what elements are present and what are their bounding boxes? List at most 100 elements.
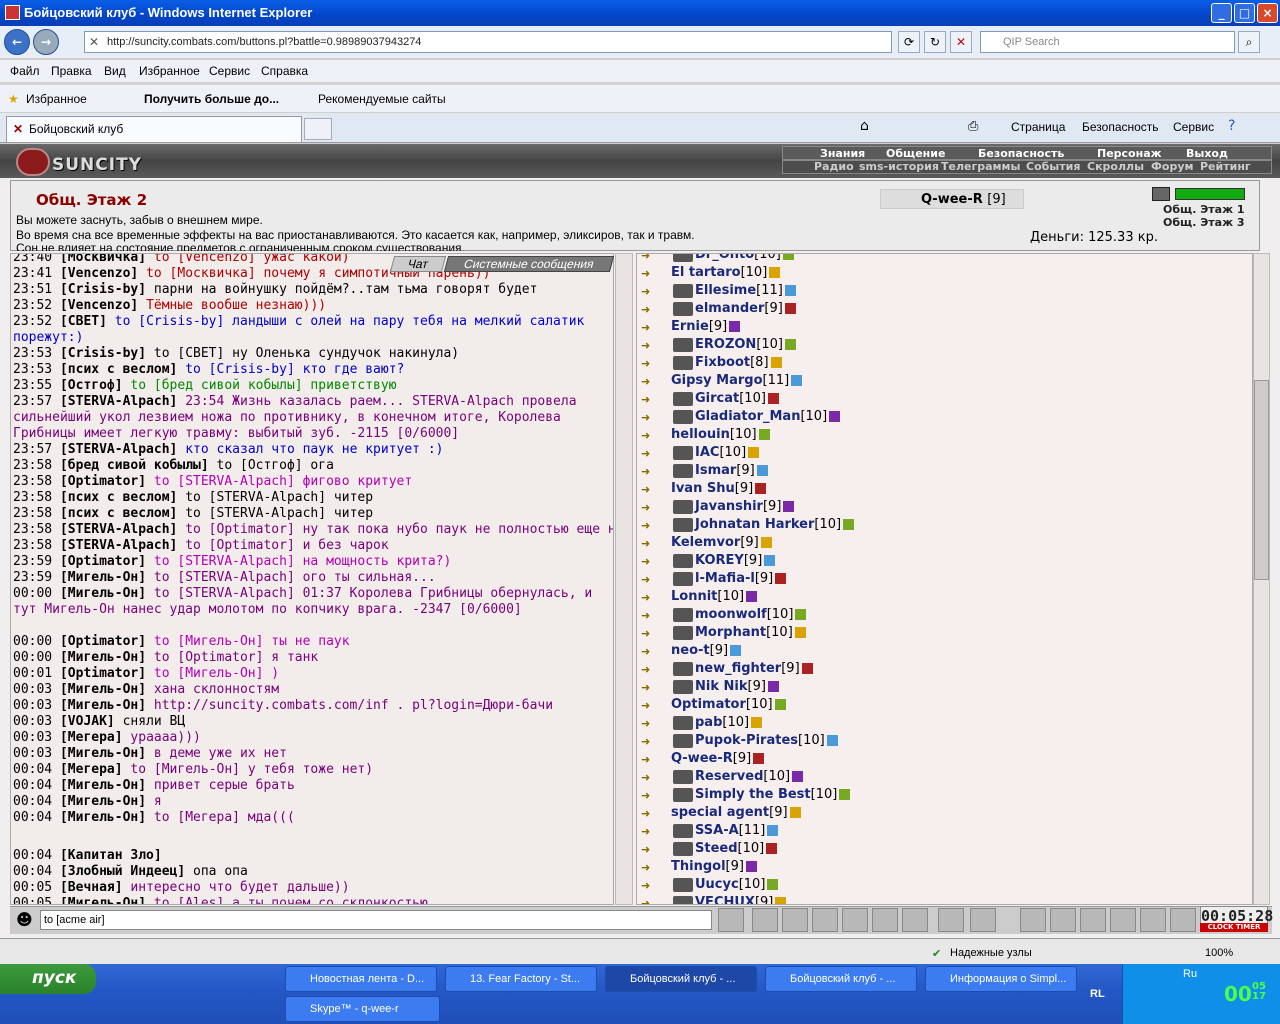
user-nick[interactable]: neo-t — [671, 643, 710, 658]
private-arrow-icon[interactable]: ➜ — [641, 409, 661, 424]
info-icon[interactable] — [784, 285, 796, 296]
private-arrow-icon[interactable]: ➜ — [641, 499, 661, 514]
user-row[interactable]: ➜ special agent[9] — [637, 804, 1252, 822]
user-name[interactable]: hellouin[10] — [671, 426, 770, 444]
user-nick[interactable]: EROZON — [695, 337, 756, 352]
private-arrow-icon[interactable]: ➜ — [641, 625, 661, 640]
user-row[interactable]: ➜ elmander[9] — [637, 300, 1252, 318]
user-name[interactable]: Kelemvor[9] — [671, 534, 772, 552]
zoom-level[interactable]: 100% — [1205, 947, 1233, 959]
private-arrow-icon[interactable]: ➜ — [641, 535, 661, 550]
tab-system-messages[interactable]: Системные сообщения — [443, 256, 615, 272]
eraser-icon[interactable] — [752, 908, 778, 932]
chat-nick[interactable]: [STERVA-Alpach] — [60, 522, 177, 537]
back-button[interactable]: ← — [4, 29, 30, 55]
info-icon[interactable] — [751, 717, 763, 728]
user-name[interactable]: Gircat[10] — [695, 390, 779, 408]
private-arrow-icon[interactable]: ➜ — [641, 841, 661, 856]
info-icon[interactable] — [729, 321, 741, 332]
user-nick[interactable]: Reserved — [695, 769, 763, 784]
user-nick[interactable]: special agent — [671, 805, 769, 820]
user-nick[interactable]: elmander — [695, 301, 764, 316]
chat-nick[interactable]: [псих с веслом] — [60, 490, 177, 505]
info-icon[interactable] — [783, 501, 795, 512]
info-icon[interactable] — [760, 537, 772, 548]
info-icon[interactable] — [730, 645, 742, 656]
user-name[interactable]: Dr_Onto[10] — [695, 254, 794, 264]
clan-icon[interactable] — [673, 554, 693, 568]
nav-sms-history[interactable]: sms-история — [859, 160, 939, 173]
user-nick[interactable]: Pupok-Pirates — [695, 733, 798, 748]
user-row[interactable]: ➜ Ivan Shu[9] — [637, 480, 1252, 498]
info-icon[interactable] — [801, 663, 813, 674]
user-name[interactable]: moonwolf[10] — [695, 606, 807, 624]
user-row[interactable]: ➜ neo-t[9] — [637, 642, 1252, 660]
user-name[interactable]: El tartaro[10] — [671, 264, 781, 282]
chat-nick[interactable]: [Crisis-by] — [60, 282, 146, 297]
chat-nick[interactable]: [Мигель-Он] — [60, 698, 146, 713]
private-arrow-icon[interactable]: ➜ — [641, 769, 661, 784]
chat-input[interactable]: to [acme air] — [40, 910, 712, 930]
user-nick[interactable]: new_fighter — [695, 661, 781, 676]
chat-nick[interactable]: [псих с веслом] — [60, 506, 177, 521]
menu-file[interactable]: Файл — [10, 64, 40, 78]
info-icon[interactable] — [785, 339, 796, 350]
clan-icon[interactable] — [673, 734, 693, 748]
clan-icon[interactable] — [673, 716, 693, 730]
user-row[interactable]: ➜ Dr_Onto[10] — [637, 254, 1252, 264]
chat-nick[interactable]: [Мигель-Он] — [60, 896, 146, 904]
user-name[interactable]: Reserved[10] — [695, 768, 804, 786]
user-name[interactable]: Ernie[9] — [671, 318, 741, 336]
info-icon[interactable] — [792, 771, 804, 782]
nav-telegrams[interactable]: Телеграммы — [941, 160, 1020, 173]
user-row[interactable]: ➜ l-Mafia-l[9] — [637, 570, 1252, 588]
nav-scrolls[interactable]: Скроллы — [1087, 160, 1144, 173]
private-arrow-icon[interactable]: ➜ — [641, 607, 661, 622]
private-arrow-icon[interactable]: ➜ — [641, 254, 661, 262]
save-icon[interactable] — [812, 908, 838, 932]
user-name[interactable]: VECHUX[9] — [695, 894, 787, 904]
clan-icon[interactable] — [673, 284, 693, 298]
user-name[interactable]: l-Mafia-l[9] — [695, 570, 787, 588]
info-icon[interactable] — [767, 825, 779, 836]
forward-button[interactable]: → — [33, 29, 59, 55]
user-row[interactable]: ➜ Lonnit[10] — [637, 588, 1252, 606]
user-name[interactable]: Gipsy Margo[11] — [671, 372, 803, 390]
user-nick[interactable]: Simply the Best — [695, 787, 811, 802]
translit-icon[interactable] — [970, 908, 996, 932]
user-name[interactable]: Ellesime[11] — [695, 282, 796, 300]
clan-icon[interactable] — [673, 662, 693, 676]
user-nick[interactable]: Lonnit — [671, 589, 717, 604]
task-news[interactable]: Новостная лента - D... — [285, 966, 437, 992]
user-name[interactable]: Simply the Best[10] — [695, 786, 851, 804]
clan-icon[interactable] — [673, 446, 693, 460]
chat-nick[interactable]: [Мигель-Он] — [60, 586, 146, 601]
chat-nick[interactable]: [Злобный Индеец] — [60, 864, 185, 879]
info-icon[interactable] — [791, 375, 803, 386]
user-row[interactable]: ➜ Gipsy Margo[11] — [637, 372, 1252, 390]
user-row[interactable]: ➜ Ellesime[11] — [637, 282, 1252, 300]
user-name[interactable]: Thingol[9] — [671, 858, 757, 876]
clan-icon[interactable] — [673, 518, 693, 532]
user-name[interactable]: SSA-A[11] — [695, 822, 779, 840]
user-name[interactable]: Gladiator_Man[10] — [695, 408, 841, 426]
clan-icon[interactable] — [673, 464, 693, 478]
user-nick[interactable]: SSA-A — [695, 823, 739, 838]
nav-radio[interactable]: Радио — [814, 160, 854, 173]
menu-view[interactable]: Вид — [104, 64, 126, 78]
clan-icon[interactable] — [673, 392, 693, 406]
chat-nick[interactable]: [STERVA-Alpach] — [60, 394, 177, 409]
print-icon[interactable]: ⎙ — [968, 119, 978, 134]
clan-icon[interactable] — [673, 356, 693, 370]
user-row[interactable]: ➜ IAC[10] — [637, 444, 1252, 462]
user-nick[interactable]: Gladiator_Man — [695, 409, 800, 424]
user-name[interactable]: Ivan Shu[9] — [671, 480, 767, 498]
user-nick[interactable]: hellouin — [671, 427, 730, 442]
private-arrow-icon[interactable]: ➜ — [641, 553, 661, 568]
chat-nick[interactable]: [STERVA-Alpach] — [60, 442, 177, 457]
url-input[interactable]: ✕ http://suncity.combats.com/buttons.pl?b… — [84, 31, 892, 53]
private-arrow-icon[interactable]: ➜ — [641, 787, 661, 802]
info-icon[interactable] — [758, 429, 770, 440]
info-icon[interactable] — [753, 753, 765, 764]
private-arrow-icon[interactable]: ➜ — [641, 319, 661, 334]
